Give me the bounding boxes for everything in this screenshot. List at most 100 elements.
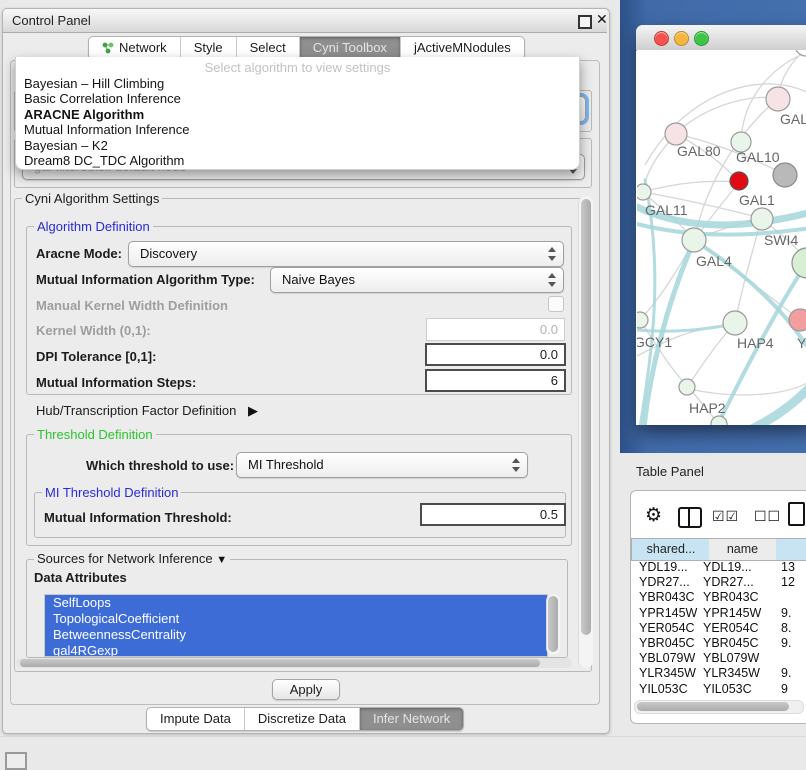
table-row[interactable]: YDR27...YDR27...12 (631, 575, 806, 590)
tab-label: jActiveMNodules (414, 40, 511, 55)
network-edge (643, 181, 738, 192)
network-node[interactable] (773, 163, 797, 187)
mi-steps-field[interactable]: 6 (425, 369, 566, 392)
network-node-gal4[interactable] (682, 228, 706, 252)
table-cell: YPR145W (703, 606, 781, 621)
deselect-all-icon[interactable]: ☐☐ (754, 508, 781, 525)
column-header-shared[interactable]: shared... (631, 538, 711, 561)
select-all-icon[interactable]: ☑☑ (712, 508, 739, 525)
tab-select[interactable]: Select (237, 37, 300, 59)
network-node-gcy1[interactable] (637, 312, 648, 328)
network-node-swi4[interactable] (792, 248, 806, 278)
attribute-item[interactable]: TopologicalCoefficient (45, 611, 547, 627)
mi-threshold-group-title: MI Threshold Definition (42, 486, 181, 499)
sources-toggle[interactable]: Sources for Network Inference ▼ (34, 552, 230, 567)
table-hscrollbar-thumb[interactable] (637, 702, 789, 711)
mi-threshold-field[interactable]: 0.5 (420, 503, 566, 526)
tab-infer-network[interactable]: Infer Network (360, 708, 463, 730)
network-node-gal1[interactable] (751, 208, 773, 230)
network-node-hap4[interactable] (723, 311, 747, 335)
network-node-hap2[interactable] (679, 379, 695, 395)
tab-style[interactable]: Style (181, 37, 237, 59)
tab-label: Style (194, 40, 223, 55)
table-cell: YBR043C (639, 590, 703, 605)
column-header-name[interactable]: name (709, 538, 777, 561)
table-cell: 13 (781, 560, 806, 575)
hub-definition-toggle[interactable]: Hub/Transcription Factor Definition ▶ (36, 403, 258, 419)
zoom-light[interactable] (694, 31, 709, 46)
settings-hscrollbar[interactable] (16, 658, 572, 668)
network-node-gal11[interactable] (637, 184, 651, 200)
table-row[interactable]: YPR145WYPR145W9. (631, 606, 806, 621)
hub-definition-label: Hub/Transcription Factor Definition (36, 403, 236, 418)
network-node-gal80[interactable] (665, 123, 687, 145)
close-light[interactable] (654, 31, 669, 46)
tab-cyni-toolbox[interactable]: Cyni Toolbox (300, 37, 401, 59)
attributes-scrollbar[interactable] (546, 594, 560, 655)
algorithm-option[interactable]: ARACNE Algorithm (16, 107, 579, 122)
tab-network[interactable]: Network (89, 37, 181, 59)
mi-type-combo[interactable]: Naive Bayes (270, 267, 564, 293)
minimize-light[interactable] (674, 31, 689, 46)
close-icon[interactable]: ✕ (596, 11, 608, 28)
algorithm-option[interactable]: Mutual Information Inference (16, 122, 579, 137)
algorithm-option[interactable]: Bayesian – Hill Climbing (16, 76, 579, 91)
network-node[interactable] (730, 172, 748, 190)
table-cell: YER054C (639, 621, 703, 636)
tab-label: Infer Network (373, 711, 450, 726)
table-row[interactable]: YBR045CYBR045C9. (631, 636, 806, 651)
export-table-icon[interactable] (788, 502, 805, 526)
network-canvas[interactable]: GALGAL80GAL10GAL1GAL11SWI4GAL4GCY1HAP4YH… (637, 50, 806, 425)
table-cell: YDR27... (703, 575, 781, 590)
mi-threshold-label: Mutual Information Threshold: (44, 510, 232, 525)
attribute-item[interactable]: gal4RGexp (45, 643, 547, 657)
manual-kernel-checkbox[interactable] (548, 296, 564, 312)
dpi-tolerance-field[interactable]: 0.0 (425, 343, 566, 366)
table-row[interactable]: YBR043CYBR043C (631, 590, 806, 605)
algorithm-option[interactable]: Basic Correlation Inference (16, 91, 579, 106)
network-node-gal[interactable] (766, 87, 790, 111)
table-cell: YIL053C (639, 682, 703, 697)
table-cell: YLR345W (639, 666, 703, 681)
settings-vscrollbar-thumb[interactable] (581, 199, 591, 635)
table-cell: YLR345W (703, 666, 781, 681)
gear-icon[interactable]: ⚙ (645, 504, 662, 527)
table-row[interactable]: YER054CYER054C8. (631, 621, 806, 636)
aracne-mode-combo[interactable]: Discovery (128, 241, 564, 267)
control-panel-titlebar[interactable] (3, 9, 607, 33)
table-row[interactable]: YDL19...YDL19...13 (631, 560, 806, 575)
apply-button[interactable]: Apply (272, 679, 340, 700)
data-attributes-label: Data Attributes (34, 570, 127, 585)
node-label: HAP4 (737, 335, 774, 351)
tab-jactivemnodules[interactable]: jActiveMNodules (401, 37, 524, 59)
settings-vscrollbar[interactable] (578, 196, 593, 668)
settings-hscrollbar-thumb[interactable] (20, 659, 540, 667)
which-threshold-combo[interactable]: MI Threshold (236, 452, 528, 478)
split-columns-icon[interactable] (678, 507, 702, 528)
network-node[interactable] (795, 50, 806, 56)
attribute-item[interactable]: SelfLoops (45, 595, 547, 611)
which-threshold-value: MI Threshold (248, 457, 324, 472)
algorithm-option[interactable]: Dream8 DC_TDC Algorithm (16, 153, 579, 168)
tab-impute-data[interactable]: Impute Data (147, 708, 245, 730)
table-cell: YBL079W (639, 651, 703, 666)
table-hscrollbar[interactable] (634, 700, 804, 714)
tab-discretize-data[interactable]: Discretize Data (245, 708, 360, 730)
tab-label: Network (119, 40, 167, 55)
data-attributes-list[interactable]: SelfLoopsTopologicalCoefficientBetweenne… (44, 594, 548, 657)
minimized-panel-icon[interactable] (5, 752, 27, 770)
table-row[interactable]: YLR345WYLR345W9. (631, 666, 806, 681)
aracne-mode-label: Aracne Mode: (36, 246, 122, 261)
table-row[interactable]: YIL053CYIL053C9 (631, 682, 806, 697)
kernel-width-field[interactable]: 0.0 (426, 318, 565, 341)
algorithm-option[interactable]: Bayesian – K2 (16, 138, 579, 153)
attributes-scrollbar-thumb[interactable] (548, 596, 558, 652)
float-icon[interactable] (578, 15, 592, 29)
table-cell: 9 (781, 682, 806, 697)
network-node-y[interactable] (789, 309, 806, 331)
table-row[interactable]: YBL079WYBL079W (631, 651, 806, 666)
node-label: SWI4 (764, 232, 798, 248)
column-header[interactable] (776, 538, 806, 561)
tab-label: Discretize Data (258, 711, 346, 726)
attribute-item[interactable]: BetweennessCentrality (45, 627, 547, 643)
